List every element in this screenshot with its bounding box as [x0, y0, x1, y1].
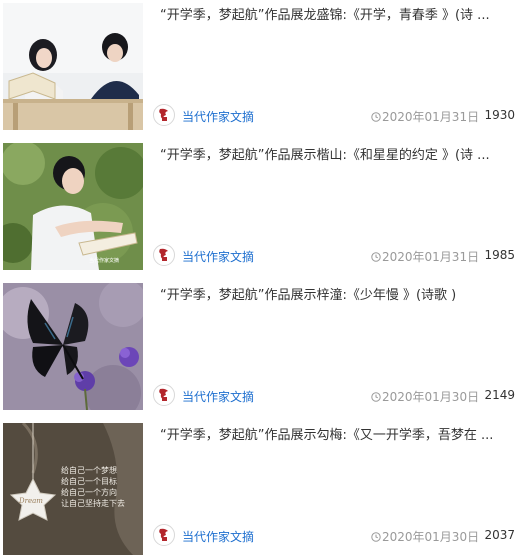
view-count: 2149: [484, 388, 515, 402]
publish-date: 2020年01月30日: [371, 528, 479, 545]
article-meta: 当代作家文摘 2020年01月31日 1930: [153, 104, 515, 128]
poem-line: 给自己一个方向: [61, 488, 117, 497]
article-meta: 当代作家文摘 2020年01月31日 1985: [153, 244, 515, 268]
article-thumbnail[interactable]: Dream 给自己一个梦想 给自己一个目标 给自己一个方向 让自己坚持走下去: [3, 423, 143, 555]
article-title[interactable]: “开学季，梦起航”作品展示勾梅:《又一开学季，吾梦在 ...: [160, 427, 512, 445]
students-reading-photo: [3, 3, 143, 130]
view-count: 1930: [484, 108, 515, 122]
thumbnail-watermark: 当代作家文摘: [89, 258, 120, 264]
view-count: 2037: [484, 528, 515, 542]
poem-line: 给自己一个梦想: [61, 466, 117, 475]
thumbnail-poem: 给自己一个梦想 给自己一个目标 给自己一个方向 让自己坚持走下去: [61, 465, 125, 509]
clock-icon: [371, 112, 381, 122]
publish-date-text: 2020年01月31日: [382, 110, 480, 124]
clock-icon: [371, 532, 381, 542]
article-title[interactable]: “开学季，梦起航”作品展示梓潼:《少年慢 》(诗歌 ): [160, 287, 512, 305]
poem-line: 让自己坚持走下去: [61, 499, 125, 508]
author-avatar[interactable]: [153, 244, 175, 266]
article-feed: “开学季，梦起航”作品展龙盛锦:《开学，青春季 》(诗 ... 当代作家文摘 2…: [0, 0, 520, 555]
article-thumbnail[interactable]: [3, 3, 143, 130]
author-logo-icon: [155, 526, 173, 544]
list-item[interactable]: 当代作家文摘 “开学季，梦起航”作品展示楷山:《和星星的约定 》(诗 ... 当…: [0, 140, 520, 270]
author-link[interactable]: 当代作家文摘: [182, 388, 254, 405]
boy-with-book-photo: [3, 143, 143, 270]
publish-date-text: 2020年01月31日: [382, 250, 480, 264]
publish-date: 2020年01月30日: [371, 388, 479, 405]
author-avatar[interactable]: [153, 384, 175, 406]
poem-line: 给自己一个目标: [61, 477, 117, 486]
article-meta: 当代作家文摘 2020年01月30日 2037: [153, 524, 515, 548]
author-link[interactable]: 当代作家文摘: [182, 528, 254, 545]
article-title[interactable]: “开学季，梦起航”作品展示楷山:《和星星的约定 》(诗 ...: [160, 147, 512, 165]
article-thumbnail[interactable]: [3, 283, 143, 410]
view-count: 1985: [484, 248, 515, 262]
butterfly-photo: [3, 283, 143, 410]
list-item[interactable]: “开学季，梦起航”作品展示梓潼:《少年慢 》(诗歌 ) 当代作家文摘 2020年…: [0, 280, 520, 410]
clock-icon: [371, 392, 381, 402]
publish-date: 2020年01月31日: [371, 108, 479, 125]
author-logo-icon: [155, 106, 173, 124]
article-meta: 当代作家文摘 2020年01月30日 2149: [153, 384, 515, 408]
article-thumbnail[interactable]: 当代作家文摘: [3, 143, 143, 270]
author-link[interactable]: 当代作家文摘: [182, 108, 254, 125]
list-item[interactable]: “开学季，梦起航”作品展龙盛锦:《开学，青春季 》(诗 ... 当代作家文摘 2…: [0, 0, 520, 130]
star-word: Dream: [19, 497, 43, 505]
publish-date-text: 2020年01月30日: [382, 390, 480, 404]
author-link[interactable]: 当代作家文摘: [182, 248, 254, 265]
publish-date: 2020年01月31日: [371, 248, 479, 265]
author-logo-icon: [155, 386, 173, 404]
publish-date-text: 2020年01月30日: [382, 530, 480, 544]
author-avatar[interactable]: [153, 104, 175, 126]
author-avatar[interactable]: [153, 524, 175, 546]
list-item[interactable]: Dream 给自己一个梦想 给自己一个目标 给自己一个方向 让自己坚持走下去 “…: [0, 420, 520, 555]
clock-icon: [371, 252, 381, 262]
author-logo-icon: [155, 246, 173, 264]
article-title[interactable]: “开学季，梦起航”作品展龙盛锦:《开学，青春季 》(诗 ...: [160, 7, 512, 25]
